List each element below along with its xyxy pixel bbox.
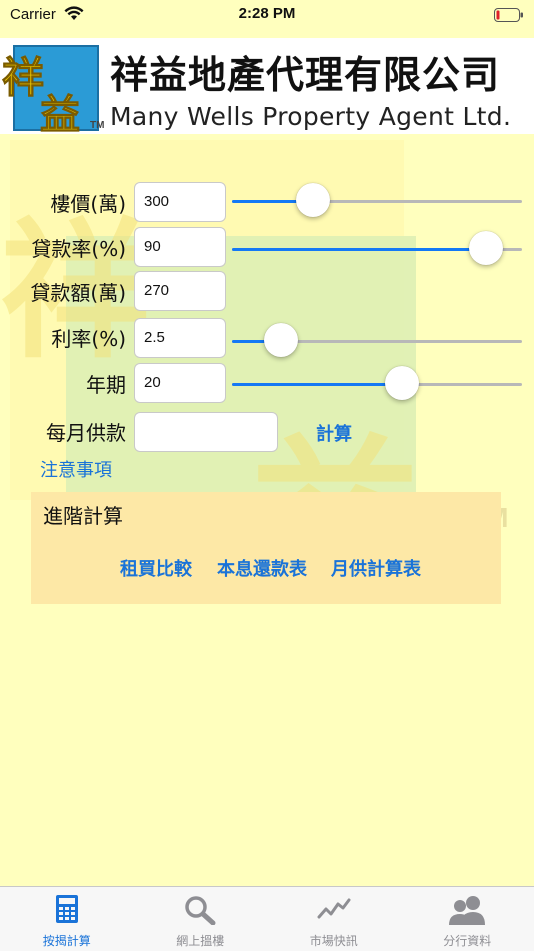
clock: 2:28 PM bbox=[0, 5, 534, 22]
status-bar: Carrier 2:28 PM bbox=[0, 0, 534, 32]
years-label: 年期 bbox=[0, 369, 126, 398]
company-name-english: Many Wells Property Agent Ltd. bbox=[110, 102, 511, 131]
company-name-chinese: 祥益地產代理有限公司 bbox=[110, 44, 500, 99]
company-banner: 祥 益 TM 祥益地產代理有限公司 Many Wells Property Ag… bbox=[0, 38, 534, 134]
years-slider[interactable] bbox=[232, 366, 522, 402]
price-field[interactable]: 300 bbox=[134, 182, 226, 222]
slider-thumb[interactable] bbox=[296, 183, 330, 217]
slider-fill bbox=[232, 248, 486, 251]
slider-fill bbox=[232, 383, 402, 386]
rent-vs-buy-button[interactable]: 租買比較 bbox=[120, 555, 192, 581]
loan-ratio-label: 貸款率(%) bbox=[0, 233, 126, 262]
advanced-title: 進階計算 bbox=[43, 500, 123, 529]
interest-rate-label: 利率(%) bbox=[0, 323, 126, 352]
trademark-mark: TM bbox=[90, 120, 104, 131]
slider-thumb[interactable] bbox=[385, 366, 419, 400]
company-logo: 祥 益 bbox=[0, 40, 106, 132]
tab-label: 分行資料 bbox=[401, 932, 534, 949]
tab-label: 按揭計算 bbox=[0, 932, 134, 949]
price-label: 樓價(萬) bbox=[0, 188, 126, 217]
svg-text:祥: 祥 bbox=[2, 53, 44, 102]
calculator-icon bbox=[56, 895, 78, 927]
loan-amount-label: 貸款額(萬) bbox=[0, 277, 126, 306]
price-slider[interactable] bbox=[232, 183, 522, 219]
chart-icon bbox=[317, 895, 351, 927]
notice-link[interactable]: 注意事項 bbox=[40, 456, 112, 482]
monthly-payment-label: 每月供款 bbox=[0, 417, 126, 446]
calculate-button[interactable]: 計算 bbox=[316, 420, 352, 446]
slider-thumb[interactable] bbox=[469, 231, 503, 265]
advanced-calculation-panel: 進階計算 租買比較 本息還款表 月供計算表 bbox=[31, 492, 501, 604]
interest-rate-field[interactable]: 2.5 bbox=[134, 318, 226, 358]
interest-rate-slider[interactable] bbox=[232, 323, 522, 359]
loan-ratio-field[interactable]: 90 bbox=[134, 227, 226, 267]
search-icon bbox=[184, 895, 216, 929]
tab-branch-info[interactable]: 分行資料 bbox=[401, 887, 534, 951]
tab-label: 市場快訊 bbox=[267, 932, 401, 949]
loan-ratio-slider[interactable] bbox=[232, 231, 522, 267]
battery-icon bbox=[494, 7, 524, 26]
monthly-payment-field[interactable] bbox=[134, 412, 278, 452]
people-icon bbox=[448, 895, 486, 929]
tab-market-news[interactable]: 市場快訊 bbox=[267, 887, 401, 951]
amortization-table-button[interactable]: 本息還款表 bbox=[217, 555, 307, 581]
tab-property-search[interactable]: 網上搵樓 bbox=[134, 887, 268, 951]
tab-bar: 按揭計算 網上搵樓 市場快訊 分行資料 bbox=[0, 886, 534, 951]
tab-label: 網上搵樓 bbox=[134, 932, 268, 949]
slider-thumb[interactable] bbox=[264, 323, 298, 357]
svg-text:益: 益 bbox=[40, 91, 80, 132]
years-field[interactable]: 20 bbox=[134, 363, 226, 403]
loan-amount-field[interactable]: 270 bbox=[134, 271, 226, 311]
tab-mortgage-calculator[interactable]: 按揭計算 bbox=[0, 887, 134, 951]
monthly-payment-table-button[interactable]: 月供計算表 bbox=[331, 555, 421, 581]
